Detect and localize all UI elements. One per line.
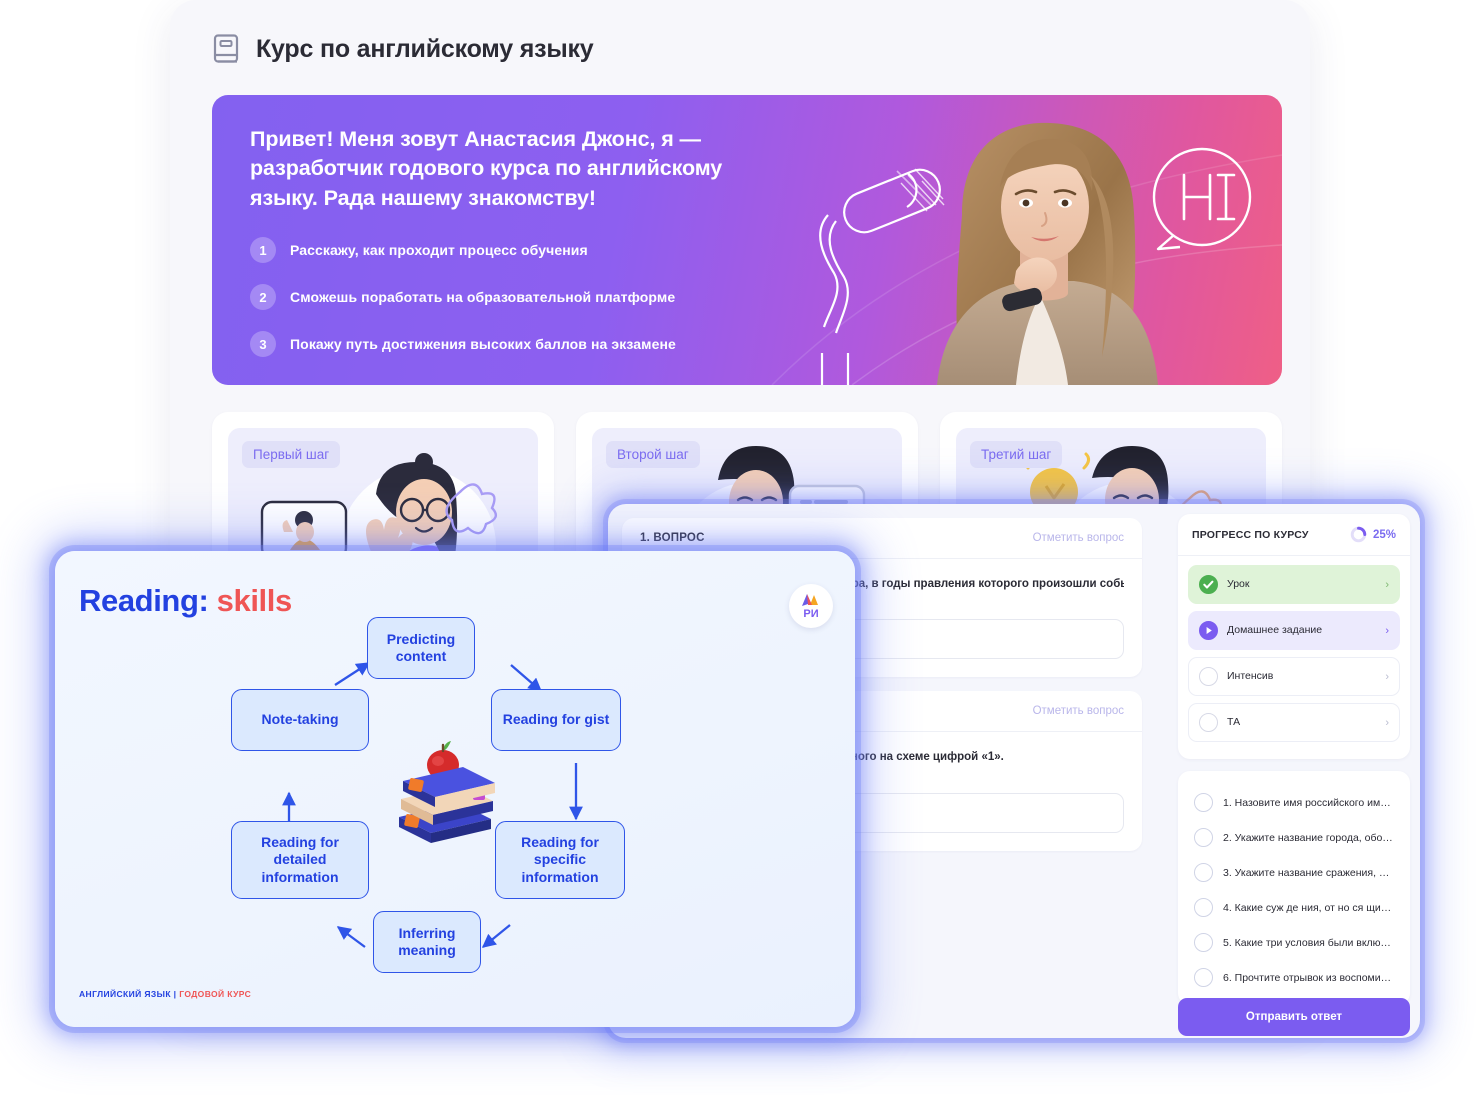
ri-logo-text: РИ <box>803 607 819 620</box>
play-icon <box>1199 621 1218 640</box>
question-number: 1. ВОПРОС <box>640 532 705 544</box>
book-icon <box>213 34 239 63</box>
hero-benefit-number: 1 <box>250 237 276 264</box>
step-badge-1: Первый шаг <box>242 441 341 468</box>
hero-benefit-number: 3 <box>250 331 276 358</box>
question-nav-item[interactable]: 5. Какие три условия были включ… <box>1188 925 1400 960</box>
hero-benefit-label: Расскажу, как проходит процесс обучения <box>290 242 588 259</box>
question-nav-item[interactable]: 1. Назовите имя российского имп… <box>1188 785 1400 820</box>
question-nav-item[interactable]: 4. Какие суж де ния, от но ся щи … <box>1188 890 1400 925</box>
chevron-right-icon: › <box>1385 670 1389 683</box>
question-status-circle <box>1194 863 1213 882</box>
hero-benefit-item: 3 Покажу путь достижения высоких баллов … <box>250 331 770 358</box>
question-nav-list: 1. Назовите имя российского имп… 2. Укаж… <box>1178 771 1410 1005</box>
mark-question-link[interactable]: Отметить вопрос <box>1033 532 1124 544</box>
step-badge-3: Третий шаг <box>970 441 1063 468</box>
hero-banner: Привет! Меня зовут Анастасия Джонс, я — … <box>212 95 1282 385</box>
question-nav-label: 2. Укажите название города, обо… <box>1223 831 1393 844</box>
question-nav-label: 6. Прочтите отрывок из воспоми… <box>1223 971 1392 984</box>
question-nav-label: 1. Назовите имя российского имп… <box>1223 796 1394 809</box>
progress-item-lesson[interactable]: Урок › <box>1188 565 1400 604</box>
hero-benefit-label: Сможешь поработать на образовательной пл… <box>290 289 676 306</box>
ri-logo-badge: РИ <box>789 584 833 628</box>
hero-text-block: Привет! Меня зовут Анастасия Джонс, я — … <box>250 125 770 378</box>
progress-item-homework[interactable]: Домашнее задание › <box>1188 611 1400 650</box>
hero-greeting: Привет! Меня зовут Анастасия Джонс, я — … <box>250 127 723 210</box>
progress-ring-icon <box>1350 526 1367 543</box>
progress-item-label: Урок <box>1227 577 1250 590</box>
reading-skills-diagram: Predicting content Reading for gist Read… <box>225 607 665 1007</box>
books-apple-icon <box>399 741 495 843</box>
question-status-circle <box>1194 898 1213 917</box>
empty-circle-icon <box>1199 713 1218 732</box>
diagram-box-reading-for-detailed-information[interactable]: Reading for detailed information <box>231 821 369 899</box>
progress-indicator: 25% <box>1350 526 1396 543</box>
course-progress-rail: ПРОГРЕСС ПО КУРСУ 25% Урок › Домашнее за… <box>1178 514 1410 1017</box>
question-status-circle <box>1194 828 1213 847</box>
progress-title: ПРОГРЕСС ПО КУРСУ <box>1192 528 1309 541</box>
empty-circle-icon <box>1199 667 1218 686</box>
course-header: Курс по английскому языку <box>170 0 1310 65</box>
progress-item-label: ТА <box>1227 715 1241 728</box>
diagram-box-inferring-meaning[interactable]: Inferring meaning <box>373 911 481 973</box>
progress-item-intensive[interactable]: Интенсив › <box>1188 657 1400 696</box>
question-nav-label: 3. Укажите название сражения, р… <box>1223 866 1394 879</box>
question-nav-item[interactable]: 2. Укажите название города, обо… <box>1188 820 1400 855</box>
question-nav-item[interactable]: 6. Прочтите отрывок из воспоми… <box>1188 960 1400 995</box>
slide-footer-part1: АНГЛИЙСКИЙ ЯЗЫК | <box>79 989 180 999</box>
diagram-box-reading-for-gist[interactable]: Reading for gist <box>491 689 621 751</box>
slide-title-part1: Reading: <box>79 583 209 618</box>
ri-mark-icon <box>802 593 818 606</box>
hero-benefit-item: 1 Расскажу, как проходит процесс обучени… <box>250 237 770 264</box>
progress-item-ta[interactable]: ТА › <box>1188 703 1400 742</box>
chevron-right-icon: › <box>1385 716 1389 729</box>
chevron-right-icon: › <box>1385 624 1389 637</box>
hi-speech-bubble <box>1152 147 1252 251</box>
chevron-right-icon: › <box>1385 578 1389 591</box>
page-title: Курс по английскому языку <box>256 34 594 63</box>
hero-benefit-number: 2 <box>250 284 276 311</box>
slide-footer: АНГЛИЙСКИЙ ЯЗЫК | ГОДОВОЙ КУРС <box>79 989 251 999</box>
progress-item-label: Домашнее задание <box>1227 623 1323 636</box>
hero-benefit-item: 2 Сможешь поработать на образовательной … <box>250 284 770 311</box>
step-badge-2: Второй шаг <box>606 441 700 468</box>
lesson-slide-panel: Reading: skills Predicting content Readi… <box>55 551 855 1027</box>
question-nav-card: 1. Назовите имя российского имп… 2. Укаж… <box>1178 771 1410 1005</box>
hero-benefit-label: Покажу путь достижения высоких баллов на… <box>290 336 676 353</box>
progress-header: ПРОГРЕСС ПО КУРСУ 25% <box>1178 514 1410 556</box>
screenshot-root: Курс по английскому языку Привет! Меня з… <box>0 0 1479 1100</box>
question-nav-item[interactable]: 3. Укажите название сражения, р… <box>1188 855 1400 890</box>
progress-item-label: Интенсив <box>1227 669 1274 682</box>
diagram-box-reading-for-specific-information[interactable]: Reading for specific information <box>495 821 625 899</box>
progress-card: ПРОГРЕСС ПО КУРСУ 25% Урок › Домашнее за… <box>1178 514 1410 759</box>
slide-footer-part2: ГОДОВОЙ КУРС <box>179 989 252 999</box>
diagram-box-note-taking[interactable]: Note-taking <box>231 689 369 751</box>
progress-item-list: Урок › Домашнее задание › Интенсив › ТА … <box>1178 556 1410 759</box>
question-status-circle <box>1194 933 1213 952</box>
question-nav-label: 5. Какие три условия были включ… <box>1223 936 1394 949</box>
hero-benefit-list: 1 Расскажу, как проходит процесс обучени… <box>250 237 770 358</box>
mark-question-link[interactable]: Отметить вопрос <box>1033 705 1124 717</box>
submit-answer-button[interactable]: Отправить ответ <box>1178 998 1410 1036</box>
instructor-illustration <box>819 122 1252 385</box>
question-status-circle <box>1194 793 1213 812</box>
check-icon <box>1199 575 1218 594</box>
question-nav-label: 4. Какие суж де ния, от но ся щи … <box>1223 901 1394 914</box>
question-status-circle <box>1194 968 1213 987</box>
instructor-photo <box>802 95 1282 385</box>
diagram-box-predicting-content[interactable]: Predicting content <box>367 617 475 679</box>
progress-percent: 25% <box>1372 528 1396 541</box>
